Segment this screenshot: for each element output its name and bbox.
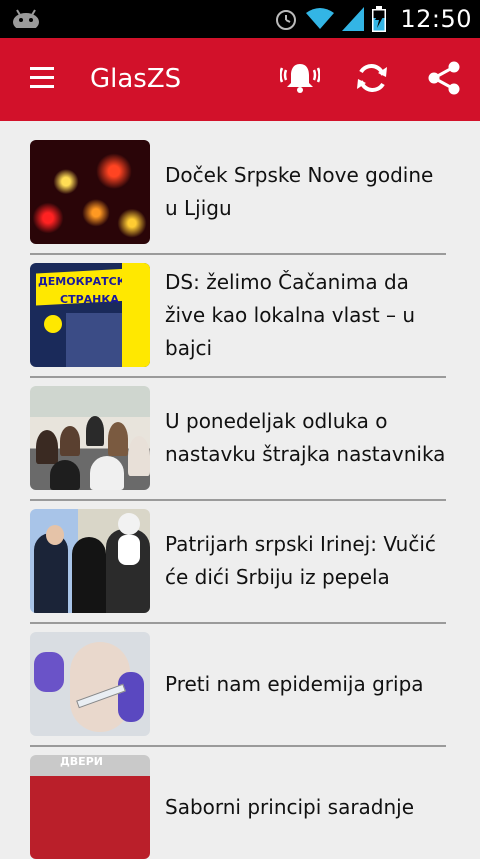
article-title: Preti nam epidemija gripa xyxy=(165,671,424,696)
classroom-thumbnail xyxy=(30,386,150,490)
notification-bell-icon[interactable] xyxy=(280,58,320,98)
thumbnail-text: ДЕМОКРАТСКА xyxy=(38,275,135,288)
app-title: GlasZS xyxy=(90,64,182,94)
list-item[interactable]: Preti nam epidemija gripa xyxy=(30,632,446,736)
alarm-icon xyxy=(276,10,297,30)
article-title: Saborni principi saradnje xyxy=(165,794,415,819)
list-item[interactable]: Patrijarh srpski Irinej: Vučić će dići S… xyxy=(30,509,446,613)
article-title: DS: želimo Čačanima da žive kao lokalna … xyxy=(165,269,416,360)
status-icons: 12:50 xyxy=(274,0,472,38)
status-bar: 12:50 xyxy=(0,0,480,38)
share-icon[interactable] xyxy=(424,58,464,98)
article-title: Doček Srpske Nove godine u Ljigu xyxy=(165,163,434,220)
democratic-party-thumbnail: ДЕМОКРАТСКА СТРАНКА xyxy=(30,263,150,367)
divider xyxy=(30,745,446,747)
list-item[interactable]: ДВЕРИ Saborni principi saradnje xyxy=(30,755,446,859)
divider xyxy=(30,622,446,624)
article-title: U ponedeljak odluka o nastavku štrajka n… xyxy=(165,409,446,466)
battery-charging-icon xyxy=(372,6,387,32)
divider xyxy=(30,499,446,501)
list-item[interactable]: Doček Srpske Nove godine u Ljigu xyxy=(30,140,446,244)
status-time: 12:50 xyxy=(400,5,472,33)
divider xyxy=(30,376,446,378)
thumbnail-text: СТРАНКА xyxy=(60,293,119,306)
list-item[interactable]: U ponedeljak odluka o nastavku štrajka n… xyxy=(30,386,446,490)
divider xyxy=(30,253,446,255)
refresh-icon[interactable] xyxy=(352,58,392,98)
app-toolbar: GlasZS xyxy=(0,38,480,121)
signal-icon xyxy=(342,7,365,31)
article-title: Patrijarh srpski Irinej: Vučić će dići S… xyxy=(165,532,436,589)
wifi-icon xyxy=(306,8,335,29)
fireworks-thumbnail xyxy=(30,140,150,244)
vaccination-thumbnail xyxy=(30,632,150,736)
thumbnail-text: ДВЕРИ xyxy=(60,755,103,768)
dveri-thumbnail: ДВЕРИ xyxy=(30,755,150,859)
list-item[interactable]: ДЕМОКРАТСКА СТРАНКА DS: želimo Čačanima … xyxy=(30,263,446,367)
patriarch-thumbnail xyxy=(30,509,150,613)
menu-icon[interactable] xyxy=(30,67,54,91)
android-icon xyxy=(13,9,39,28)
